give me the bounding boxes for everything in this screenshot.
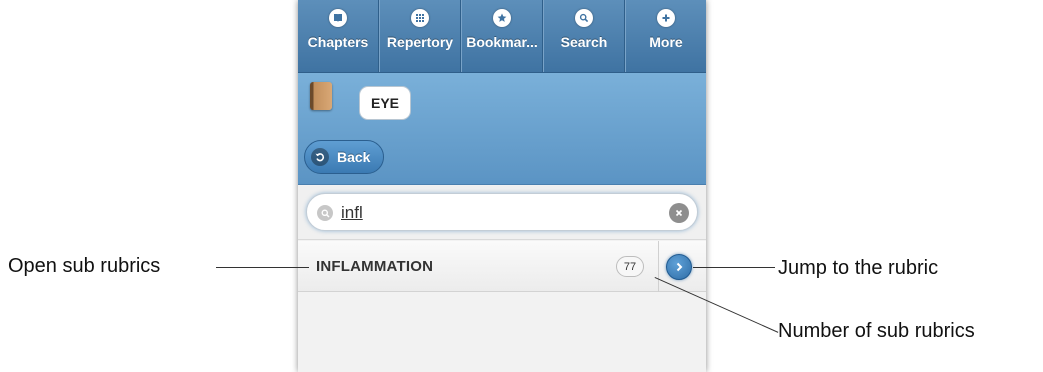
callout-jump-to-rubric: Jump to the rubric <box>778 257 939 279</box>
search-bar <box>298 186 706 240</box>
callout-number-of-sub-rubrics: Number of sub rubrics <box>778 320 975 342</box>
plus-icon <box>657 9 675 27</box>
star-icon <box>493 9 511 27</box>
chapter-header: EYE Back <box>298 73 706 185</box>
nav-label: Chapters <box>307 34 369 50</box>
nav-bookmarks[interactable]: Bookmar... <box>461 0 543 72</box>
phone-screen: Chapters Repertory Bookmar... Search Mor… <box>298 0 706 372</box>
chapter-title[interactable]: EYE <box>359 86 411 120</box>
clear-search-icon[interactable] <box>669 203 689 223</box>
row-divider <box>658 241 659 292</box>
back-arrow-icon <box>311 148 329 166</box>
chevron-right-icon <box>676 262 683 272</box>
nav-label: Search <box>560 34 608 50</box>
nav-label: Bookmar... <box>466 34 538 50</box>
magnifier-icon <box>317 205 333 221</box>
nav-repertory[interactable]: Repertory <box>379 0 461 72</box>
list-item: INFLAMMATION 77 <box>298 241 706 292</box>
back-label: Back <box>337 149 371 165</box>
search-input[interactable] <box>341 201 641 225</box>
book-icon <box>329 9 347 27</box>
search-field[interactable] <box>306 193 698 231</box>
rubric-label: INFLAMMATION <box>316 258 434 275</box>
nav-label: Repertory <box>386 34 454 50</box>
open-sub-rubrics-row[interactable]: INFLAMMATION 77 <box>298 241 658 292</box>
jump-to-rubric-button[interactable] <box>666 254 692 280</box>
back-button[interactable]: Back <box>304 140 384 174</box>
nav-chapters[interactable]: Chapters <box>298 0 379 72</box>
callout-line-jump <box>693 267 775 268</box>
nav-more[interactable]: More <box>625 0 706 72</box>
nav-label: More <box>649 34 683 50</box>
search-icon <box>575 9 593 27</box>
nav-search[interactable]: Search <box>543 0 625 72</box>
callout-open-sub-rubrics: Open sub rubrics <box>8 255 161 277</box>
grid-icon <box>411 9 429 27</box>
top-navbar: Chapters Repertory Bookmar... Search Mor… <box>298 0 706 73</box>
callout-line-open-sub <box>216 267 309 268</box>
book-cover-icon <box>310 82 332 110</box>
sub-rubric-count-badge: 77 <box>616 256 644 277</box>
